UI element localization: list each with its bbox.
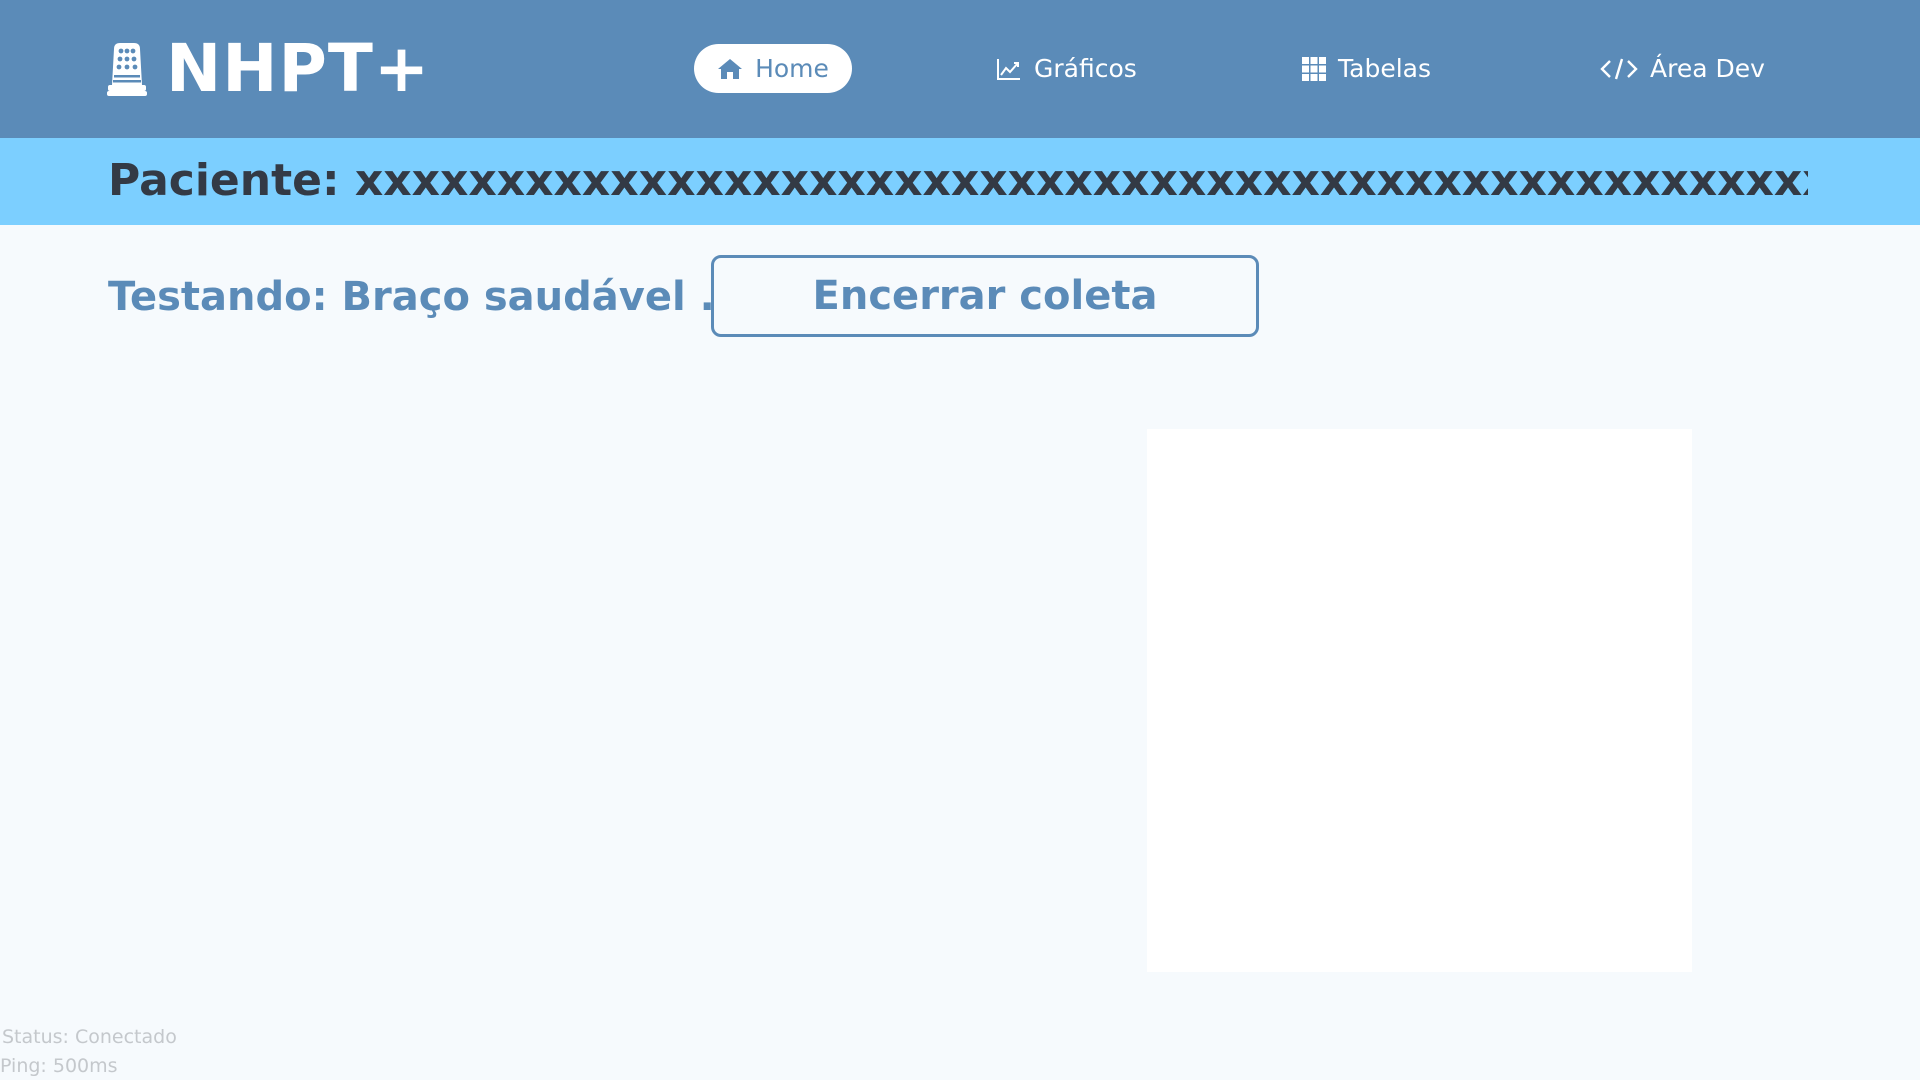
nav-home[interactable]: Home <box>694 44 852 93</box>
nav-tabelas-label: Tabelas <box>1338 54 1431 83</box>
nav-home-label: Home <box>755 54 829 83</box>
nav-area-dev[interactable]: Área Dev <box>1600 44 1765 93</box>
nav-graficos-label: Gráficos <box>1034 54 1137 83</box>
patient-name: Paciente: xxxxxxxxxxxxxxxxxxxxxxxxxxxxxx… <box>108 156 1808 206</box>
patient-bar: Paciente: xxxxxxxxxxxxxxxxxxxxxxxxxxxxxx… <box>0 138 1920 225</box>
top-navigation-bar: NHPT+ Home Gráficos Tabelas Área Dev <box>0 0 1920 138</box>
app-logo[interactable]: NHPT+ <box>106 36 430 102</box>
line-chart-icon <box>997 58 1020 80</box>
app-name: NHPT+ <box>166 30 431 107</box>
home-icon <box>718 58 743 79</box>
grid-icon <box>1302 56 1326 81</box>
nav-tabelas[interactable]: Tabelas <box>1302 44 1431 93</box>
end-collection-button[interactable]: Encerrar coleta <box>711 255 1259 337</box>
thimble-icon <box>107 43 147 96</box>
nav-graficos[interactable]: Gráficos <box>996 44 1137 93</box>
code-icon <box>1600 58 1638 79</box>
display-panel <box>1147 429 1692 972</box>
testing-status: Testando: Braço saudável ... <box>108 274 746 320</box>
nav-area-dev-label: Área Dev <box>1650 54 1765 83</box>
ping-readout: Ping: 500ms <box>0 1055 118 1077</box>
connection-status: Status: Conectado <box>2 1026 177 1048</box>
